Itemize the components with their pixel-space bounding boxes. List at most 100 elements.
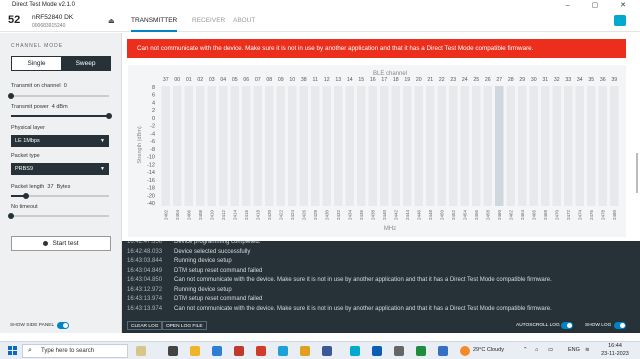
packet-length-handle[interactable] bbox=[22, 193, 29, 199]
language-indicator[interactable]: ENG bbox=[568, 347, 580, 353]
tab-transmitter[interactable]: TRANSMITTER bbox=[131, 17, 178, 32]
transmit-power-slider[interactable] bbox=[11, 113, 112, 119]
log-timestamp: 16:42:48.033 bbox=[127, 248, 163, 255]
single-mode-button[interactable]: Single bbox=[12, 57, 61, 70]
log-message: Device programming completed. bbox=[174, 241, 261, 245]
frequency-label: 2458 bbox=[485, 210, 490, 221]
channel-bar bbox=[207, 86, 216, 206]
start-test-label: Start test bbox=[52, 240, 79, 247]
packet-type-select[interactable]: PRBS9 ▼ bbox=[11, 163, 109, 175]
log-message: DTM setup reset command failed bbox=[174, 296, 263, 302]
open-log-file-button[interactable]: OPEN LOG FILE bbox=[162, 321, 207, 330]
channel-bar bbox=[311, 86, 320, 206]
frequency-label: 2434 bbox=[347, 210, 352, 221]
packet-length-slider[interactable] bbox=[11, 193, 109, 199]
transmit-power-label: Transmit power 4 dBm bbox=[11, 104, 68, 110]
windows-start-icon[interactable] bbox=[8, 346, 17, 355]
app-logo: 52 bbox=[8, 14, 21, 26]
transmit-channel-slider[interactable] bbox=[8, 93, 109, 99]
weather-text[interactable]: 29°C Cloudy bbox=[473, 347, 504, 353]
frequency-label: 2444 bbox=[405, 210, 410, 221]
scrollbar[interactable] bbox=[636, 153, 638, 193]
network-icon[interactable]: ⌂ bbox=[535, 347, 538, 353]
channel-label: 07 bbox=[255, 77, 261, 83]
frequency-label: 2426 bbox=[301, 210, 306, 221]
channel-bar bbox=[230, 86, 239, 206]
device-name[interactable]: nRF52840 DK bbox=[32, 14, 73, 21]
wifi-icon[interactable]: ≋ bbox=[585, 347, 590, 353]
x-axis-label: MHz bbox=[384, 226, 396, 232]
channel-bar bbox=[253, 86, 262, 206]
app2-icon[interactable] bbox=[438, 346, 448, 356]
transmit-power-value: 4 bbox=[51, 104, 55, 110]
widget-icon[interactable] bbox=[136, 346, 146, 356]
nrf-connect-icon[interactable] bbox=[350, 346, 360, 356]
chrome-browser-icon[interactable] bbox=[300, 346, 310, 356]
frequency-label: 2406 bbox=[186, 210, 191, 221]
channel-bar bbox=[242, 86, 251, 206]
word-icon[interactable] bbox=[372, 346, 382, 356]
chart-title: BLE channel bbox=[373, 71, 407, 77]
show-log-toggle[interactable] bbox=[614, 322, 626, 329]
transmit-power-handle[interactable] bbox=[106, 113, 112, 119]
frequency-label: 2420 bbox=[267, 210, 272, 221]
packet-type-label: Packet type bbox=[11, 153, 40, 159]
tray-chevron-icon[interactable]: ⌃ bbox=[523, 347, 528, 353]
y-tick-label: -40 bbox=[147, 201, 155, 207]
edge-browser-icon[interactable] bbox=[278, 346, 288, 356]
task-view-icon[interactable] bbox=[168, 346, 178, 356]
clock-date[interactable]: 23-11-2023 bbox=[596, 351, 634, 357]
channel-bar bbox=[552, 86, 561, 206]
frequency-label: 2466 bbox=[531, 210, 536, 221]
settings-icon[interactable] bbox=[394, 346, 404, 356]
office-icon[interactable] bbox=[256, 346, 266, 356]
file-explorer-icon[interactable] bbox=[190, 346, 200, 356]
frequency-label: 2418 bbox=[255, 210, 260, 221]
channel-label: 19 bbox=[404, 77, 410, 83]
show-side-panel-toggle[interactable] bbox=[57, 322, 69, 329]
channel-bar bbox=[380, 86, 389, 206]
mail-icon[interactable] bbox=[212, 346, 222, 356]
eject-icon[interactable]: ⏏ bbox=[108, 17, 115, 25]
transmit-channel-handle[interactable] bbox=[8, 93, 14, 99]
clear-log-button[interactable]: CLEAR LOG bbox=[127, 321, 163, 330]
tab-about[interactable]: ABOUT bbox=[233, 17, 255, 24]
taskbar-search-input[interactable]: ⌕ Type here to search bbox=[22, 344, 128, 358]
channel-label: 32 bbox=[554, 77, 560, 83]
channel-bar bbox=[265, 86, 274, 206]
battery-icon[interactable]: ▭ bbox=[548, 347, 553, 353]
chart-svg: BLE channelMHzStrength (dBm)86420-2-4-6-… bbox=[137, 71, 619, 232]
y-tick-label: -4 bbox=[150, 131, 155, 137]
log-entry: 16:43:13.974 Can not communicate with the… bbox=[127, 306, 552, 312]
teams-icon[interactable] bbox=[322, 346, 332, 356]
frequency-label: 2410 bbox=[209, 210, 214, 221]
autoscroll-log-toggle[interactable] bbox=[561, 322, 573, 329]
window-controls[interactable]: – ▢ ✕ bbox=[566, 1, 636, 9]
sweep-mode-button[interactable]: Sweep bbox=[61, 57, 110, 70]
channel-bar bbox=[598, 86, 607, 206]
physical-layer-select[interactable]: LE 1Mbps ▼ bbox=[11, 135, 109, 147]
clock-time[interactable]: 16:44 bbox=[598, 343, 632, 349]
excel-icon[interactable] bbox=[416, 346, 426, 356]
log-panel: 16:42:47.356 Device programming completed… bbox=[122, 241, 640, 318]
channel-label: 39 bbox=[611, 77, 617, 83]
chevron-down-icon: ▼ bbox=[100, 138, 105, 144]
frequency-label: 2446 bbox=[416, 210, 421, 221]
timeout-slider[interactable] bbox=[8, 213, 109, 219]
channel-bar bbox=[460, 86, 469, 206]
packet-length-value: 37 bbox=[47, 184, 54, 190]
tab-receiver[interactable]: RECEIVER bbox=[192, 17, 225, 24]
app-icon[interactable] bbox=[234, 346, 244, 356]
app-header: 52 nRF52840 DK 000683915240 ⏏ TRANSMITTE… bbox=[0, 10, 640, 32]
frequency-label: 2436 bbox=[359, 210, 364, 221]
channel-bar bbox=[219, 86, 228, 206]
channel-label: 06 bbox=[243, 77, 249, 83]
channel-bar bbox=[173, 86, 182, 206]
timeout-handle[interactable] bbox=[8, 213, 14, 219]
channel-bar bbox=[322, 86, 331, 206]
frequency-label: 2424 bbox=[290, 210, 295, 221]
channel-bar bbox=[299, 86, 308, 206]
start-test-button[interactable]: Start test bbox=[11, 236, 111, 251]
log-timestamp: 16:43:13.974 bbox=[127, 296, 163, 302]
channel-label: 16 bbox=[370, 77, 376, 83]
